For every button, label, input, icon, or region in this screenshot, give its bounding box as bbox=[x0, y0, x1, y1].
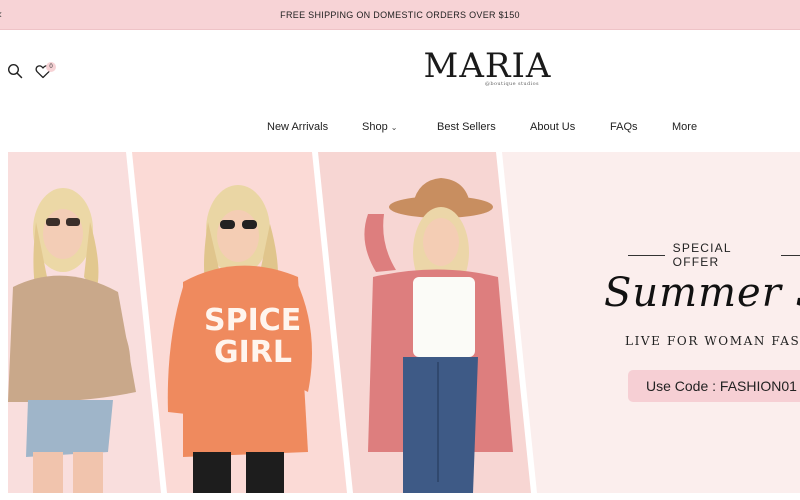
logo-name: MARIA bbox=[423, 46, 552, 86]
hero-headline: Summer Sa bbox=[604, 270, 800, 316]
main-nav: New Arrivals Shop ⌄ Best Sellers About Us… bbox=[0, 121, 800, 137]
svg-text:GIRL: GIRL bbox=[214, 335, 292, 370]
divider-line bbox=[781, 254, 800, 256]
nav-item-more[interactable]: More bbox=[672, 121, 697, 133]
announcement-bar: ‹ FREE SHIPPING ON DOMESTIC ORDERS OVER … bbox=[0, 0, 800, 30]
nav-label: New Arrivals bbox=[267, 121, 329, 133]
chevron-left-icon[interactable]: ‹ bbox=[0, 7, 2, 21]
hero-text: SPECIAL OFFER Summer Sa LIVE FOR WOMAN F… bbox=[598, 152, 800, 493]
nav-item-shop[interactable]: Shop ⌄ bbox=[362, 121, 397, 133]
nav-item-new-arrivals[interactable]: New Arrivals bbox=[267, 121, 328, 133]
nav-label: More bbox=[672, 121, 698, 133]
nav-label: About Us bbox=[530, 121, 576, 133]
nav-item-about-us[interactable]: About Us bbox=[530, 121, 575, 133]
page: ‹ FREE SHIPPING ON DOMESTIC ORDERS OVER … bbox=[0, 0, 800, 500]
hero-banner[interactable]: SPICE GIRL SPECIAL OFFER Summer LIVE FOR… bbox=[8, 152, 800, 493]
special-offer: SPECIAL OFFER bbox=[628, 241, 800, 269]
wishlist-count-badge: 0 bbox=[46, 62, 56, 72]
nav-label: Best Sellers bbox=[437, 121, 496, 133]
nav-item-best-sellers[interactable]: Best Sellers bbox=[437, 121, 496, 133]
site-logo[interactable]: MARIA @boutique studios bbox=[420, 48, 555, 87]
nav-label: Shop bbox=[362, 121, 388, 133]
svg-text:SPICE: SPICE bbox=[204, 303, 301, 338]
divider-line bbox=[628, 254, 665, 256]
search-icon[interactable] bbox=[6, 62, 24, 80]
nav-label: FAQs bbox=[610, 121, 638, 133]
chevron-down-icon: ⌄ bbox=[390, 122, 398, 132]
hero-subheadline: LIVE FOR WOMAN FASHI bbox=[625, 334, 800, 348]
hero-photos: SPICE GIRL bbox=[8, 152, 537, 493]
special-offer-label: SPECIAL OFFER bbox=[672, 241, 732, 269]
announcement-text: FREE SHIPPING ON DOMESTIC ORDERS OVER $1… bbox=[280, 9, 520, 20]
site-header: 0 MARIA @boutique studios New Arrivals S… bbox=[0, 30, 800, 152]
nav-item-faqs[interactable]: FAQs bbox=[610, 121, 638, 133]
promo-code-button[interactable]: Use Code : FASHION01 bbox=[628, 370, 800, 402]
